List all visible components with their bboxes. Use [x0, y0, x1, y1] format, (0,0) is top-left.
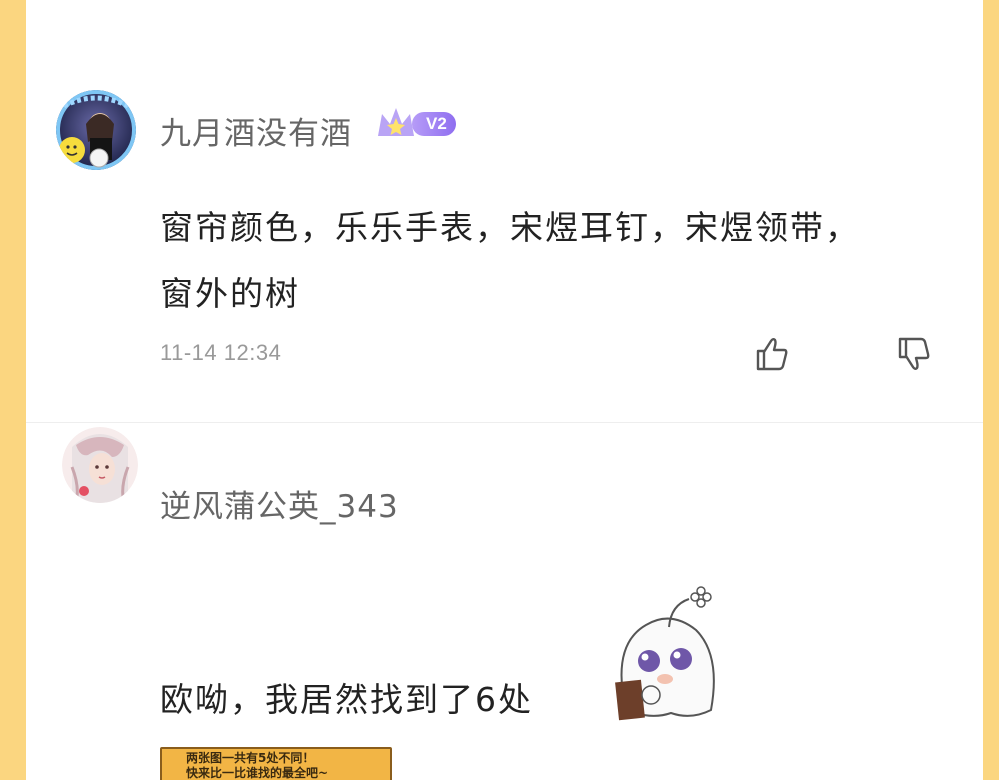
comment-text-line: 窗帘颜色，乐乐手表，宋煜耳钉，宋煜领带，: [160, 208, 860, 247]
attached-image-caption: 快来比一比谁找的最全吧~: [186, 766, 329, 780]
ghost-sticker-image: [615, 586, 715, 721]
comment-item: 九月酒没有酒 V2 窗帘颜色，乐乐手表，宋煜耳钉，宋煜领带， 窗外的树 11-1…: [26, 90, 983, 420]
username[interactable]: 九月酒没有酒: [160, 108, 352, 153]
attached-image-caption: 两张图一共有5处不同！: [186, 751, 315, 765]
comment-text: 窗帘颜色，乐乐手表，宋煜耳钉，宋煜领带， 窗外的树: [160, 195, 940, 327]
avatar[interactable]: [56, 90, 136, 170]
comment-panel: 九月酒没有酒 V2 窗帘颜色，乐乐手表，宋煜耳钉，宋煜领带， 窗外的树 11-1…: [26, 0, 983, 780]
level-badge-label: V2: [412, 112, 456, 136]
comment-item: 逆风蒲公英_343 欧呦，我居然找到了6处 两张图一共有5处不同！ 快来比一比谁…: [26, 427, 983, 780]
avatar[interactable]: [62, 427, 138, 503]
thumbs-down-icon[interactable]: [894, 334, 934, 374]
comment-text: 欧呦，我居然找到了6处: [160, 680, 533, 719]
divider: [26, 422, 983, 423]
thumbs-up-icon[interactable]: [752, 334, 792, 374]
level-badge: V2: [374, 104, 456, 144]
username[interactable]: 逆风蒲公英_343: [160, 481, 399, 526]
comment-text-line: 窗外的树: [160, 274, 300, 313]
timestamp: 11-14 12:34: [160, 340, 282, 365]
attached-image[interactable]: 两张图一共有5处不同！ 快来比一比谁找的最全吧~: [160, 747, 392, 780]
